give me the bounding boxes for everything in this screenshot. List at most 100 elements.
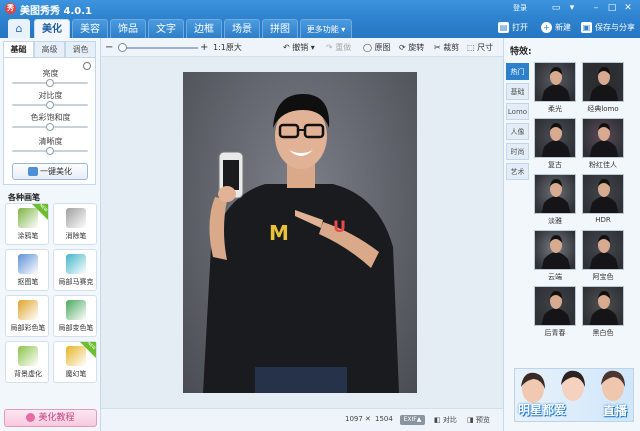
ad-text: 明星都爱 xyxy=(518,403,567,417)
minimize-icon[interactable]: – xyxy=(590,2,602,14)
effect-item[interactable]: 后青春 xyxy=(534,286,576,339)
tool-color-pen[interactable]: 局部彩色笔 xyxy=(5,295,49,337)
tab-more[interactable]: 更多功能 ▾ xyxy=(300,19,352,38)
phone-screen xyxy=(223,160,239,190)
tab-scene[interactable]: 场景 xyxy=(224,19,260,38)
effect-thumbnail xyxy=(534,118,576,158)
zoom-in-icon[interactable]: + xyxy=(200,41,208,54)
recolor-icon xyxy=(66,300,86,320)
save-share-button[interactable]: ▣ 保存与分享 xyxy=(581,20,635,35)
effect-label: 淡雅 xyxy=(548,217,562,225)
effect-item[interactable]: 阿宝色 xyxy=(582,230,624,283)
effect-item[interactable]: 黑白色 xyxy=(582,286,624,339)
tool-doodle-pen[interactable]: NEW 涂鸦笔 xyxy=(5,202,49,245)
effect-label: 阿宝色 xyxy=(592,273,614,281)
effect-item[interactable]: 粉红佳人 xyxy=(582,118,624,171)
ad-banner[interactable]: 明星都爱 直播 xyxy=(514,368,634,422)
exif-button[interactable]: EXIF▲ xyxy=(400,415,425,425)
fx-tab-portrait[interactable]: 人像 xyxy=(506,123,529,140)
folder-icon: ▤ xyxy=(498,22,509,33)
tutorial-button[interactable]: 美化教程 xyxy=(4,409,97,427)
fx-tab-basic[interactable]: 基础 xyxy=(506,83,529,100)
zoom-slider[interactable] xyxy=(120,47,198,49)
tab-beauty[interactable]: 美容 xyxy=(72,19,108,38)
login-link[interactable]: 登录 xyxy=(513,3,527,13)
dimension-separator: ✕ xyxy=(365,415,371,423)
home-icon[interactable]: ⌂ xyxy=(8,19,30,38)
portrait-image: M U xyxy=(203,94,399,393)
fx-tab-art[interactable]: 艺术 xyxy=(506,163,529,180)
tool-cutout-pen[interactable]: 抠图笔 xyxy=(5,249,49,291)
effect-item[interactable]: HDR xyxy=(582,174,624,227)
slider-knob[interactable] xyxy=(46,147,54,155)
effect-thumbnail xyxy=(582,118,624,158)
effects-title: 特效: xyxy=(510,47,532,57)
effect-item[interactable]: 复古 xyxy=(534,118,576,171)
preview-button[interactable]: ◨ 预览 xyxy=(467,415,490,425)
slider-knob[interactable] xyxy=(46,79,54,87)
tool-label: 局部马赛克 xyxy=(58,278,94,286)
effect-item[interactable]: 云端 xyxy=(534,230,576,283)
subtab-advanced[interactable]: 高级 xyxy=(34,41,65,57)
tool-eraser-pen[interactable]: 消除笔 xyxy=(53,203,97,245)
undo-label: 撤销 xyxy=(292,43,309,52)
new-button[interactable]: + 新建 xyxy=(541,20,571,35)
original-size-button[interactable]: 1:1原大 xyxy=(213,41,242,54)
effect-item[interactable]: 经典lomo xyxy=(582,62,624,115)
tab-frame[interactable]: 边框 xyxy=(186,19,222,38)
effect-item[interactable]: 淡雅 xyxy=(534,174,576,227)
fx-tab-fashion[interactable]: 时尚 xyxy=(506,143,529,160)
tool-label: 消除笔 xyxy=(65,232,87,240)
effect-thumbnail xyxy=(534,230,576,270)
subtab-basic[interactable]: 基础 xyxy=(3,41,34,57)
eraser-icon xyxy=(66,208,86,228)
tool-label: 魔幻笔 xyxy=(65,370,87,378)
subtab-color[interactable]: 调色 xyxy=(65,41,96,57)
tab-beautify[interactable]: 美化 xyxy=(34,19,70,38)
message-icon[interactable]: ▭ xyxy=(550,2,562,14)
one-click-beautify-button[interactable]: 一键美化 xyxy=(12,163,88,180)
compare-button[interactable]: ◧ 对比 xyxy=(434,415,457,425)
brightness-slider[interactable] xyxy=(12,79,88,87)
resize-button[interactable]: ⬚ 尺寸 xyxy=(467,41,493,54)
sharpness-label: 清晰度 xyxy=(38,137,63,146)
zoom-out-icon[interactable]: − xyxy=(105,41,113,54)
tutorial-icon xyxy=(26,413,36,422)
badge-text: NEW xyxy=(86,340,97,351)
mosaic-icon xyxy=(66,254,86,274)
maximize-icon[interactable]: □ xyxy=(606,2,618,14)
fx-tab-lomo[interactable]: Lomo xyxy=(506,103,529,120)
skin-icon[interactable]: ▾ xyxy=(566,2,578,14)
brush-section-title: 各种画笔 xyxy=(8,193,40,202)
tool-mosaic[interactable]: 局部马赛克 xyxy=(53,249,97,291)
magic-icon xyxy=(28,167,38,176)
new-badge: NEW xyxy=(80,340,97,358)
tool-label: 背景虚化 xyxy=(14,370,42,378)
original-button[interactable]: ◯ 原图 xyxy=(363,41,391,54)
fx-tab-hot[interactable]: 热门 xyxy=(506,63,529,80)
tab-text[interactable]: 文字 xyxy=(148,19,184,38)
effect-item[interactable]: 柔光 xyxy=(534,62,576,115)
undo-icon: ↶ xyxy=(283,43,293,52)
zoom-slider-knob[interactable] xyxy=(117,43,127,52)
slider-knob[interactable] xyxy=(46,123,54,131)
tab-collage[interactable]: 拼图 xyxy=(262,19,298,38)
contrast-slider[interactable] xyxy=(12,101,88,109)
tool-background-blur[interactable]: 背景虚化 xyxy=(5,341,49,383)
tool-recolor-pen[interactable]: 局部变色笔 xyxy=(53,295,97,337)
rotate-button[interactable]: ⟳ 旋转 xyxy=(399,41,424,54)
tool-magic-pen[interactable]: NEW 魔幻笔 xyxy=(53,340,97,383)
effect-label: 复古 xyxy=(548,161,562,169)
tab-accessories[interactable]: 饰品 xyxy=(110,19,146,38)
crop-button[interactable]: ✂ 裁剪 xyxy=(434,41,459,54)
edited-photo[interactable]: M U xyxy=(183,72,417,393)
sharpness-slider[interactable] xyxy=(12,147,88,155)
saturation-slider[interactable] xyxy=(12,123,88,131)
contrast-label: 对比度 xyxy=(38,91,63,100)
undo-button[interactable]: ↶ 撤销 ▾ xyxy=(283,41,315,54)
close-icon[interactable]: ✕ xyxy=(622,2,634,14)
open-button[interactable]: ▤ 打开 xyxy=(498,20,528,35)
crop-icon: ✂ xyxy=(434,43,444,52)
slider-knob[interactable] xyxy=(46,101,54,109)
redo-button[interactable]: ↷ 重做 xyxy=(326,41,351,54)
